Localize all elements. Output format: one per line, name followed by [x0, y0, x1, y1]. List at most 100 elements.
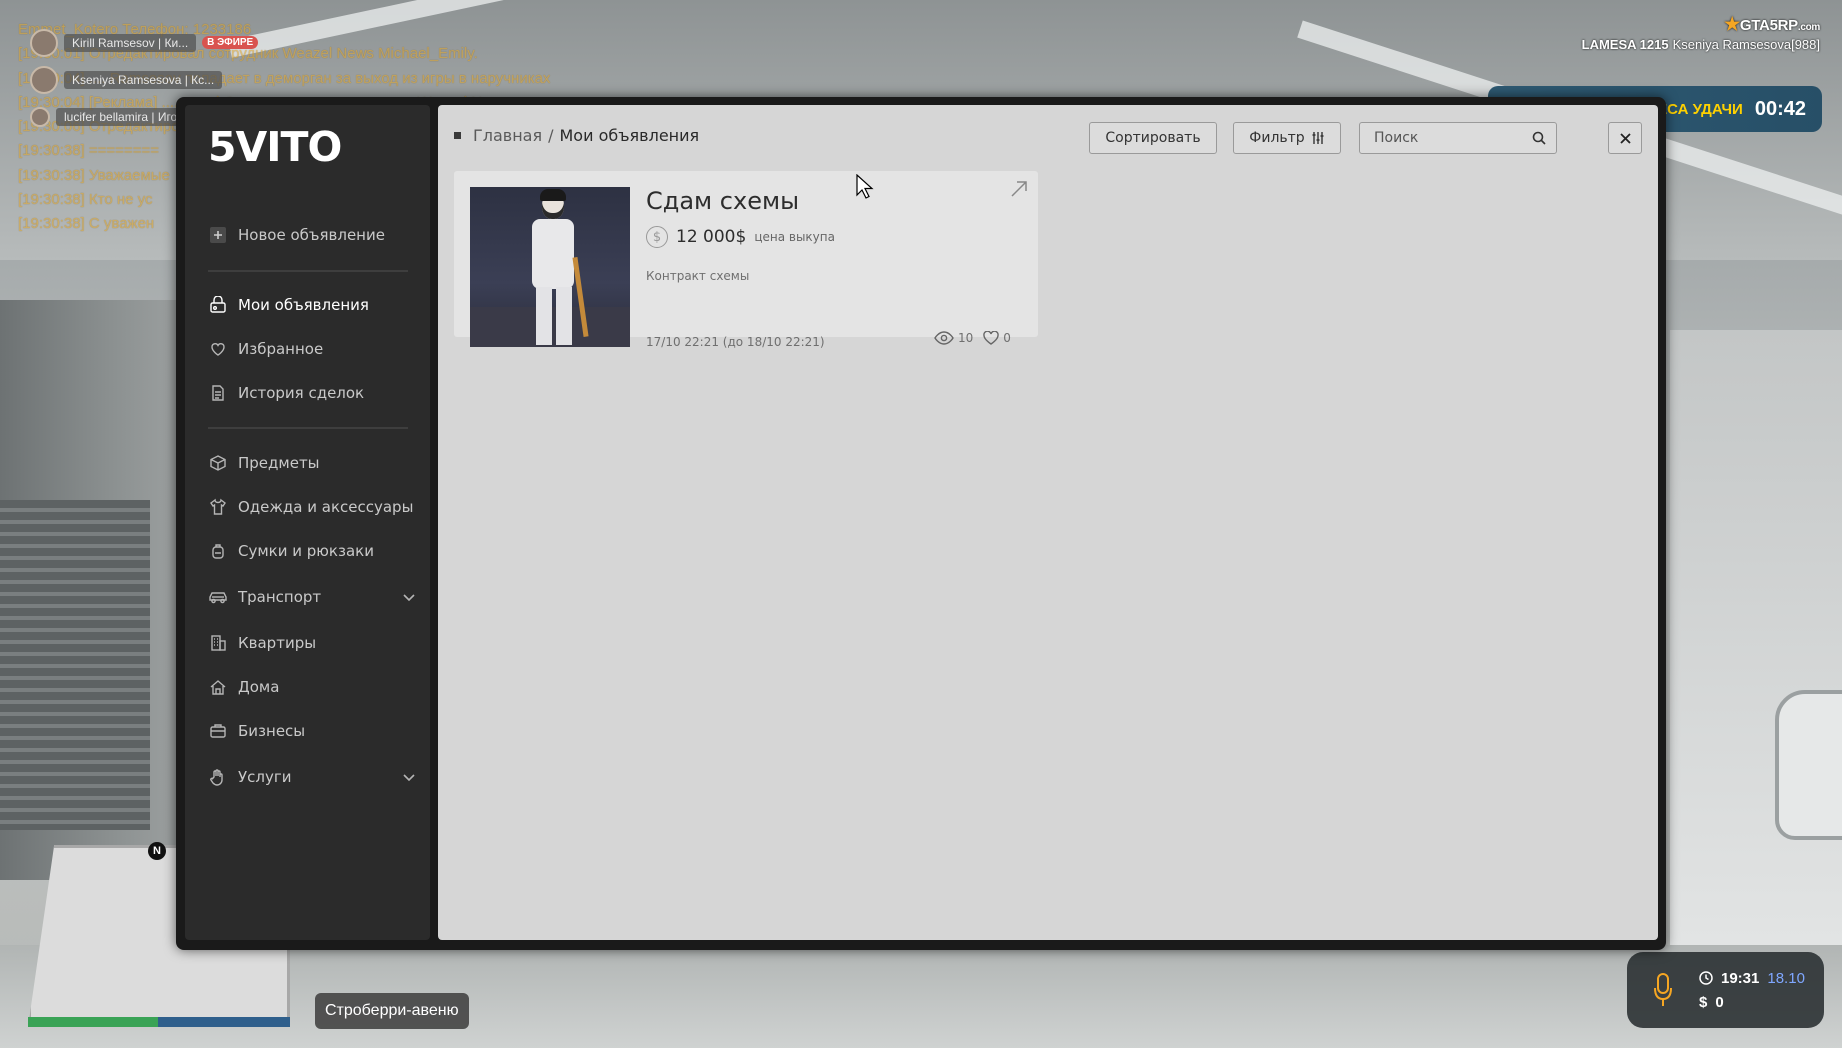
- eye-icon: [934, 331, 954, 345]
- sidebar-item-label: Одежда и аксессуары: [238, 498, 414, 516]
- world-car: [1775, 690, 1842, 840]
- briefcase-icon: [208, 721, 228, 741]
- listing-date: 17/10 22:21 (до 18/10 22:21): [646, 335, 825, 349]
- voice-name: Kseniya Ramsesova | Кс...: [64, 70, 223, 89]
- likes-stat[interactable]: 0: [983, 331, 1011, 345]
- close-button[interactable]: [1608, 122, 1642, 154]
- photo-figure-hair: [540, 189, 566, 201]
- house-icon: [208, 677, 228, 697]
- voice-row: Kseniya Ramsesova | Кс...: [30, 61, 258, 98]
- box-icon: [208, 453, 228, 473]
- price-row: $ 12 000$ цена выкупа: [646, 226, 835, 248]
- heart-icon: [983, 331, 1000, 345]
- sidebar-item-label: Предметы: [238, 454, 320, 472]
- avatar: [30, 65, 58, 94]
- game-time: 19:31: [1721, 969, 1760, 987]
- listings-icon: [208, 295, 228, 315]
- status-box: 19:31 18.10 $ 0: [1627, 952, 1824, 1028]
- sidebar-item-label: Новое объявление: [238, 226, 385, 244]
- chevron-down-icon[interactable]: [400, 768, 418, 786]
- search-box[interactable]: [1359, 122, 1557, 154]
- price-value: 12 000$: [676, 227, 747, 247]
- photo-figure-legs: [536, 287, 572, 345]
- street-name-badge: Строберри-авеню: [315, 993, 469, 1029]
- breadcrumb-separator: /: [548, 126, 554, 145]
- filter-button[interactable]: Фильтр: [1233, 122, 1341, 154]
- sidebar-item-my-listings[interactable]: Мои объявления: [208, 290, 418, 320]
- sidebar-item-apartments[interactable]: Квартиры: [208, 628, 418, 658]
- external-link-icon[interactable]: [1009, 179, 1029, 199]
- listing-description: Контракт схемы: [646, 269, 750, 283]
- breadcrumb-bullet: [454, 132, 461, 139]
- main-panel: Главная / Мои объявления Сортировать Фил…: [438, 105, 1658, 940]
- sidebar-item-services[interactable]: Услуги: [208, 762, 418, 792]
- world-right-wall: [1670, 330, 1842, 945]
- views-stat: 10: [934, 331, 973, 345]
- compass-north: N: [148, 842, 166, 860]
- money-row: $ 0: [1699, 990, 1805, 1014]
- breadcrumb-home[interactable]: Главная: [473, 126, 542, 145]
- voice-row: Kirill Ramsesov | Ки... В ЭФИРЕ: [30, 24, 259, 61]
- sidebar-item-clothes[interactable]: Одежда и аксессуары: [208, 492, 418, 522]
- sidebar-item-label: История сделок: [238, 384, 365, 402]
- server-name: LAMESA 1215: [1581, 37, 1669, 52]
- sidebar-item-bags[interactable]: Сумки и рюкзаки: [208, 536, 418, 566]
- chevron-down-icon[interactable]: [400, 588, 418, 606]
- server-brand: ★GTA5RP.com LAMESA 1215 Kseniya Ramsesova…: [1582, 14, 1821, 52]
- search-input[interactable]: [1374, 130, 1532, 146]
- building-icon: [208, 633, 228, 653]
- heart-icon: [208, 339, 228, 359]
- sort-button[interactable]: Сортировать: [1089, 122, 1217, 154]
- filter-button-label: Фильтр: [1249, 130, 1305, 146]
- world-garage-shutter: [0, 500, 150, 830]
- clock-row: 19:31 18.10: [1699, 966, 1805, 990]
- dollar-icon: $: [646, 226, 668, 248]
- plus-icon: [208, 225, 228, 245]
- sliders-icon: [1312, 132, 1324, 144]
- listing-title: Сдам схемы: [646, 187, 800, 215]
- sidebar-item-label: Бизнесы: [238, 722, 306, 740]
- money-value: 0: [1715, 993, 1724, 1011]
- listing-stats: 10 0: [934, 331, 1011, 345]
- car-icon: [208, 587, 228, 607]
- sidebar-item-label: Избранное: [238, 340, 324, 358]
- sidebar-item-label: Транспорт: [238, 588, 322, 606]
- sidebar-item-label: Услуги: [238, 768, 292, 786]
- app-logo: 5VITO: [208, 123, 342, 171]
- avatar: [30, 106, 50, 127]
- sidebar: 5VITO Новое объявление Мои объявления Из…: [185, 105, 430, 940]
- avatar: [30, 28, 58, 57]
- breadcrumb-current: Мои объявления: [559, 126, 700, 145]
- microphone-icon: [1654, 973, 1672, 1006]
- sidebar-item-transport[interactable]: Транспорт: [208, 582, 418, 612]
- sidebar-item-favorites[interactable]: Избранное: [208, 334, 418, 364]
- sidebar-item-new-listing[interactable]: Новое объявление: [208, 220, 418, 250]
- brand-logo: ★GTA5RP.com: [1724, 14, 1820, 34]
- price-caption: цена выкупа: [754, 230, 835, 244]
- sidebar-item-houses[interactable]: Дома: [208, 672, 418, 702]
- mouse-cursor-icon: [856, 174, 874, 199]
- sidebar-divider: [208, 427, 408, 429]
- breadcrumb: Главная / Мои объявления: [454, 126, 699, 145]
- sidebar-item-history[interactable]: История сделок: [208, 378, 418, 408]
- sidebar-divider: [208, 270, 408, 272]
- voice-name: Kirill Ramsesov | Ки...: [64, 33, 197, 52]
- listing-card[interactable]: Сдам схемы $ 12 000$ цена выкупа Контрак…: [454, 171, 1038, 349]
- close-icon: [1619, 132, 1631, 144]
- game-date: 18.10: [1767, 969, 1805, 987]
- sidebar-item-label: Мои объявления: [238, 296, 369, 314]
- search-icon[interactable]: [1532, 131, 1546, 145]
- hand-icon: [208, 767, 228, 787]
- player-info: LAMESA 1215 Kseniya Ramsesova[988]: [1582, 37, 1820, 52]
- likes-count: 0: [1003, 331, 1011, 345]
- dollar-icon: $: [1699, 993, 1708, 1011]
- views-count: 10: [958, 331, 974, 345]
- status-lines: 19:31 18.10 $ 0: [1699, 966, 1805, 1014]
- sidebar-item-business[interactable]: Бизнесы: [208, 716, 418, 746]
- sidebar-item-items[interactable]: Предметы: [208, 448, 418, 478]
- wheel-timer: 00:42: [1754, 97, 1806, 120]
- listing-photo: [470, 187, 630, 347]
- sidebar-item-label: Дома: [238, 678, 280, 696]
- wheel-label: ЕСА УДАЧИ: [1657, 100, 1743, 118]
- star-icon: ★: [1724, 14, 1740, 34]
